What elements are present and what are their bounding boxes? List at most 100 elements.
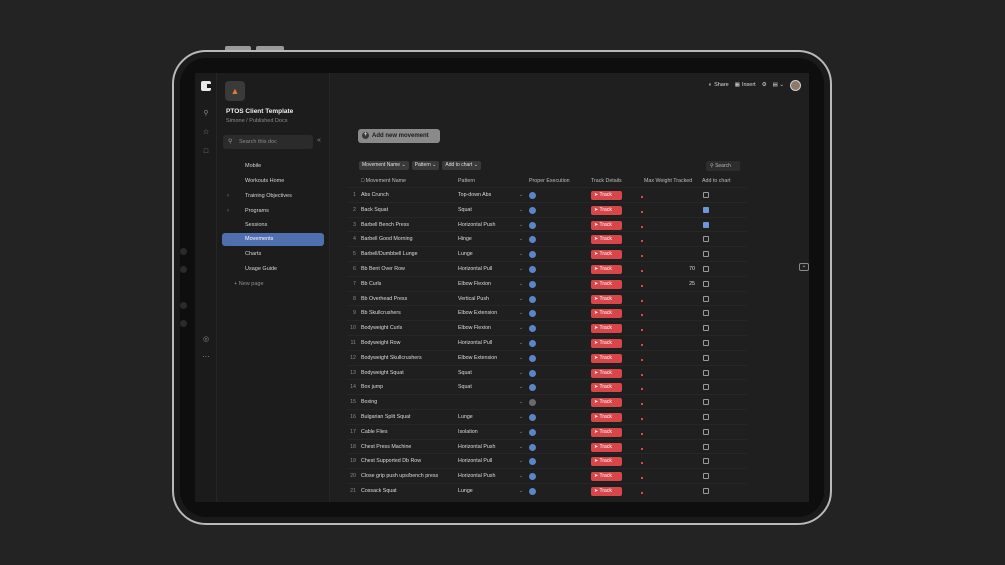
track-button[interactable]: ➤ Track <box>591 309 622 319</box>
movement-name-cell[interactable]: Barbell Good Morning <box>361 232 413 246</box>
execution-icon[interactable] <box>529 295 536 303</box>
movement-name-cell[interactable]: Abs Crunch <box>361 188 389 202</box>
chevron-down-icon[interactable]: ⌄ <box>519 395 523 409</box>
table-row[interactable]: 14 Box jump Squat ⌄ ➤ Track <box>347 379 747 394</box>
movement-name-cell[interactable]: Bodyweight Curls <box>361 321 402 335</box>
execution-icon[interactable] <box>529 399 536 407</box>
execution-icon[interactable] <box>529 206 536 214</box>
execution-icon[interactable] <box>529 443 536 451</box>
table-row[interactable]: 17 Cable Flies Isolation ⌄ ➤ Track <box>347 423 747 439</box>
movement-name-cell[interactable]: Chest Supported Db Row <box>361 454 421 468</box>
sidebar-item-charts[interactable]: Charts <box>222 248 324 261</box>
table-row[interactable]: 15 Boxing ⌄ ➤ Track <box>347 394 747 409</box>
table-row[interactable]: 1 Abs Crunch Top-down Abs ⌄ ➤ Track <box>347 187 747 202</box>
pattern-cell[interactable]: Horizontal Pull <box>458 454 492 468</box>
movement-name-cell[interactable]: Box jump <box>361 380 383 394</box>
chevron-right-icon[interactable]: › <box>227 205 229 218</box>
more-icon[interactable]: ⋯ <box>201 353 211 363</box>
chevron-down-icon[interactable]: ⌄ <box>519 336 523 350</box>
checkbox-box[interactable] <box>703 414 709 420</box>
doc-icon[interactable]: ▲ <box>225 81 245 101</box>
checkbox-box[interactable] <box>703 206 709 213</box>
table-row[interactable]: 18 Chest Press Machine Horizontal Push ⌄ ➤ T… <box>347 438 747 454</box>
track-button[interactable]: ➤ Track <box>591 353 622 363</box>
table-row[interactable]: 5 Barbell/Dumbbell Lunge Lunge ⌄ ➤ Track <box>347 246 747 261</box>
track-button[interactable]: ➤ Track <box>591 191 622 200</box>
track-button[interactable]: ➤ Track <box>591 472 622 482</box>
collapse-sidebar-icon[interactable]: « <box>317 137 321 144</box>
checkbox-box[interactable] <box>703 221 709 228</box>
track-button[interactable]: ➤ Track <box>591 487 622 496</box>
track-button[interactable]: ➤ Track <box>591 368 622 378</box>
track-button[interactable]: ➤ Track <box>591 220 622 230</box>
execution-icon[interactable] <box>529 354 536 362</box>
movement-name-cell[interactable]: Bb Skullcrushers <box>361 306 401 320</box>
table-row[interactable]: 2 Back Squat Squat ⌄ ➤ Track <box>347 201 747 217</box>
checkbox-box[interactable] <box>703 473 709 480</box>
sidebar-item-mobile[interactable]: Mobile <box>222 160 324 173</box>
avatar[interactable] <box>790 79 801 91</box>
sidebar-item-usage-guide[interactable]: Usage Guide <box>222 263 324 276</box>
table-row[interactable]: 20 Close grip push ups/bench press Horizon… <box>347 468 747 483</box>
folder-icon[interactable]: □ <box>201 147 211 157</box>
chevron-down-icon[interactable]: ⌄ <box>519 454 523 468</box>
movement-name-cell[interactable]: Bodyweight Skullcrushers <box>361 351 422 365</box>
table-row[interactable]: 12 Bodyweight Skullcrushers Elbow Extensio… <box>347 349 747 365</box>
chevron-down-icon[interactable]: ⌄ <box>519 351 523 365</box>
execution-icon[interactable] <box>529 310 536 318</box>
pattern-cell[interactable]: Lunge <box>458 410 473 424</box>
movement-name-cell[interactable]: Back Squat <box>361 203 388 217</box>
movement-name-cell[interactable]: Bodyweight Row <box>361 336 400 350</box>
execution-icon[interactable] <box>529 266 536 273</box>
chevron-down-icon[interactable]: ⌄ <box>519 188 523 202</box>
table-row[interactable]: 11 Bodyweight Row Horizontal Pull ⌄ ➤ Track <box>347 335 747 350</box>
pattern-cell[interactable]: Lunge <box>458 247 473 261</box>
execution-icon[interactable] <box>529 414 536 421</box>
chevron-down-icon[interactable]: ⌄ <box>519 410 523 424</box>
column-header-name[interactable]: □ Movement Name <box>361 176 406 186</box>
movement-name-cell[interactable]: Bb Overhead Press <box>361 292 407 306</box>
execution-icon[interactable] <box>529 221 536 229</box>
pattern-cell[interactable]: Horizontal Push <box>458 218 495 232</box>
settings-icon[interactable]: ⚙ <box>762 82 767 88</box>
pattern-cell[interactable]: Squat <box>458 380 472 394</box>
checkbox-box[interactable] <box>703 458 709 465</box>
checkbox-box[interactable] <box>703 443 709 450</box>
pattern-cell[interactable]: Squat <box>458 366 472 380</box>
table-row[interactable]: 7 Bb Curls Elbow Flexion ⌄ ➤ Track 25 <box>347 275 747 291</box>
table-search-button[interactable]: ⚲ Search <box>706 161 740 171</box>
chevron-down-icon[interactable]: ⌄ <box>519 292 523 306</box>
add-to-chart-checkbox[interactable] <box>703 484 709 500</box>
track-button[interactable]: ➤ Track <box>591 427 622 437</box>
checkbox-box[interactable] <box>703 340 709 346</box>
track-button[interactable]: ➤ Track <box>591 265 622 274</box>
table-row[interactable]: 4 Barbell Good Morning Hinge ⌄ ➤ Track <box>347 231 747 246</box>
execution-icon[interactable] <box>529 458 536 466</box>
chevron-down-icon[interactable]: ⌄ <box>519 203 523 217</box>
star-icon[interactable]: ☆ <box>201 128 211 138</box>
pattern-cell[interactable]: Elbow Flexion <box>458 277 491 291</box>
chevron-down-icon[interactable]: ⌄ <box>519 218 523 232</box>
chevron-down-icon[interactable]: ⌄ <box>519 469 523 483</box>
pattern-cell[interactable]: Hinge <box>458 232 472 246</box>
comments-icon[interactable]: ▤ ⌄ <box>773 82 784 88</box>
checkbox-box[interactable] <box>703 236 709 243</box>
chevron-down-icon[interactable]: ⌄ <box>519 321 523 335</box>
checkbox-box[interactable] <box>703 192 709 198</box>
pattern-cell[interactable]: Top-down Abs <box>458 188 491 202</box>
table-row[interactable]: 9 Bb Skullcrushers Elbow Extension ⌄ ➤ Track <box>347 305 747 320</box>
checkbox-box[interactable] <box>703 428 709 435</box>
sidebar-item-sessions[interactable]: Sessions <box>222 219 324 232</box>
column-header-execution[interactable]: Proper Execution <box>529 176 570 186</box>
pattern-cell[interactable]: Horizontal Pull <box>458 262 492 276</box>
column-header-pattern[interactable]: Pattern <box>458 176 475 186</box>
checkbox-box[interactable] <box>703 384 709 391</box>
sidebar-item-training-objectives[interactable]: › Training Objectives <box>222 190 324 203</box>
execution-icon[interactable] <box>529 192 536 199</box>
pattern-cell[interactable]: Vertical Push <box>458 292 489 306</box>
chevron-down-icon[interactable]: ⌄ <box>519 484 523 498</box>
chevron-down-icon[interactable]: ⌄ <box>519 440 523 454</box>
execution-icon[interactable] <box>529 325 536 333</box>
pattern-cell[interactable]: Elbow Extension <box>458 351 497 365</box>
track-button[interactable]: ➤ Track <box>591 398 622 408</box>
